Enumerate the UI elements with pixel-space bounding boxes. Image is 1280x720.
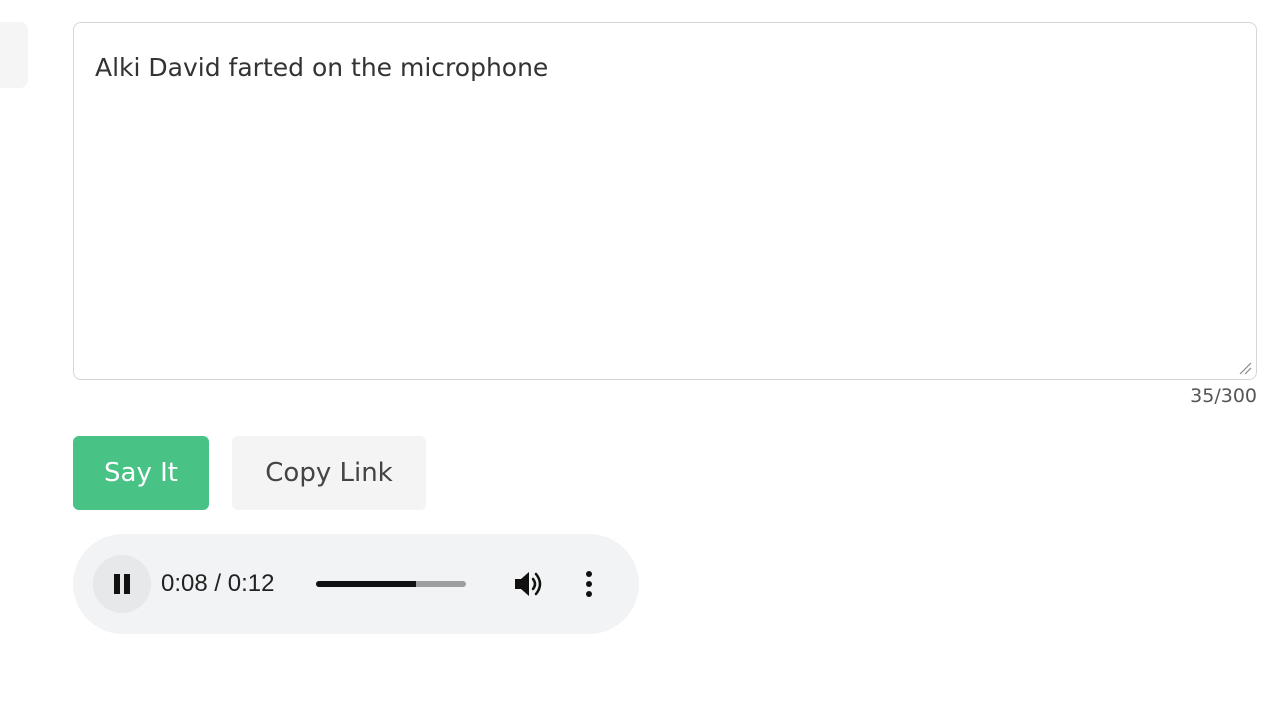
pause-icon bbox=[114, 574, 130, 594]
more-vertical-icon[interactable] bbox=[578, 570, 600, 598]
copy-link-button[interactable]: Copy Link bbox=[232, 436, 426, 510]
resize-handle-icon[interactable] bbox=[1238, 361, 1252, 375]
character-counter: 35/300 bbox=[1190, 385, 1257, 407]
page: Alki David farted on the microphone 35/3… bbox=[0, 0, 1280, 720]
message-textarea[interactable]: Alki David farted on the microphone bbox=[73, 22, 1257, 380]
time-display: 0:08 / 0:12 bbox=[161, 570, 275, 597]
progress-slider[interactable] bbox=[316, 581, 466, 587]
message-text: Alki David farted on the microphone bbox=[95, 53, 549, 82]
pause-button[interactable] bbox=[93, 555, 151, 613]
side-panel-edge bbox=[0, 22, 28, 88]
progress-fill bbox=[316, 581, 417, 587]
say-it-button[interactable]: Say It bbox=[73, 436, 209, 510]
audio-player: 0:08 / 0:12 bbox=[73, 534, 639, 634]
volume-icon[interactable] bbox=[513, 570, 545, 598]
